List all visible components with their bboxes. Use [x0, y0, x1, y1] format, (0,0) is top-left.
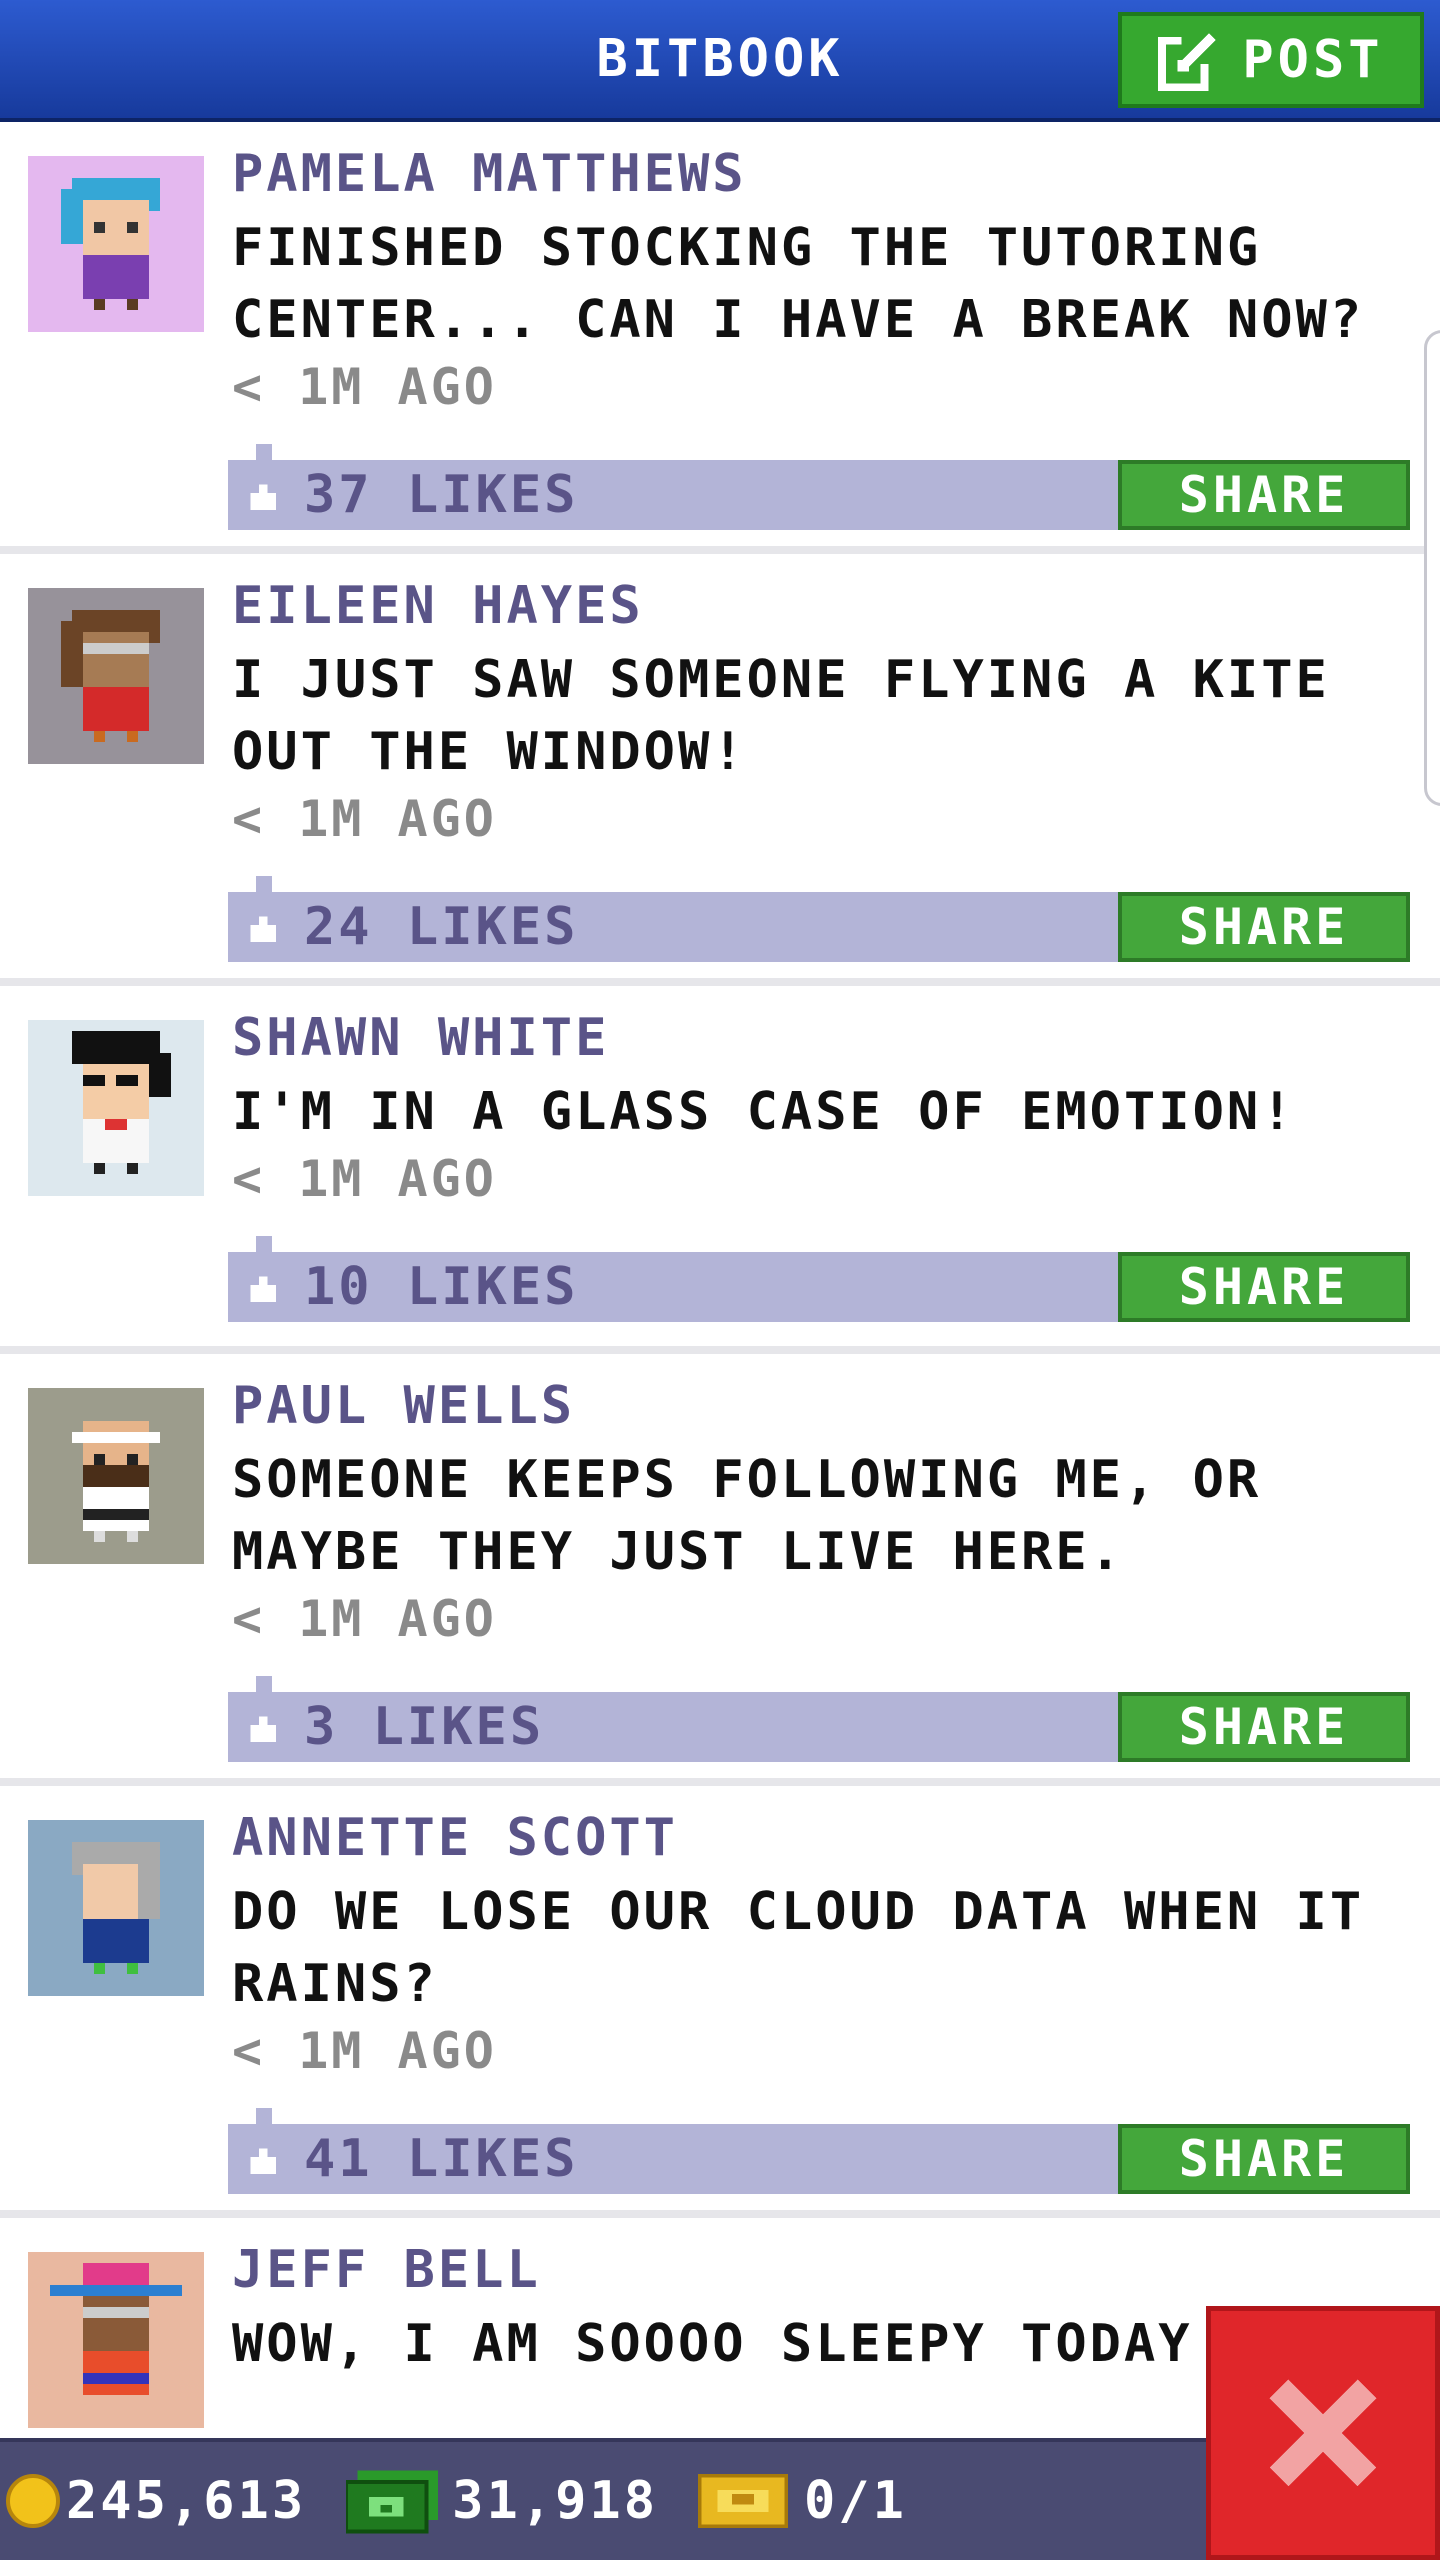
- avatar: [28, 156, 204, 332]
- post-message: I'M IN A GLASS CASE OF EMOTION!: [232, 1082, 1296, 1142]
- share-button[interactable]: SHARE: [1118, 892, 1410, 962]
- thumbs-up-icon[interactable]: [246, 912, 280, 946]
- share-button[interactable]: SHARE: [1118, 2124, 1410, 2194]
- avatar: [28, 2252, 204, 2428]
- thumbs-up-icon[interactable]: [246, 1272, 280, 1306]
- likes-count: 41 LIKES: [304, 2129, 579, 2189]
- post-time: < 1M AGO: [232, 790, 497, 848]
- feed-post: SHAWN WHITE I'M IN A GLASS CASE OF EMOTI…: [0, 986, 1440, 1354]
- post-message: FINISHED STOCKING THE TUTORING CENTER...…: [232, 218, 1365, 350]
- likes-bar: 3 LIKES SHARE: [228, 1676, 1410, 1762]
- tickets-value: 0/1: [804, 2471, 907, 2531]
- coins-stat: 245,613: [0, 2471, 306, 2531]
- tickets-stat: 0/1: [698, 2471, 907, 2531]
- avatar: [28, 1388, 204, 1564]
- feed-post: PAMELA MATTHEWS FINISHED STOCKING THE TU…: [0, 122, 1440, 554]
- app-header: BITBOOK POST: [0, 0, 1440, 122]
- close-button[interactable]: [1206, 2306, 1440, 2560]
- post-author[interactable]: PAMELA MATTHEWS: [232, 144, 747, 204]
- golden-ticket-icon: [698, 2473, 788, 2529]
- post-button[interactable]: POST: [1118, 12, 1424, 108]
- post-message: I JUST SAW SOMEONE FLYING A KITE OUT THE…: [232, 650, 1330, 782]
- likes-bar: 24 LIKES SHARE: [228, 876, 1410, 962]
- cash-icon: [346, 2470, 439, 2534]
- feed-post: EILEEN HAYES I JUST SAW SOMEONE FLYING A…: [0, 554, 1440, 986]
- bitbook-feed[interactable]: PAMELA MATTHEWS FINISHED STOCKING THE TU…: [0, 122, 1440, 2438]
- post-author[interactable]: ANNETTE SCOTT: [232, 1808, 678, 1868]
- avatar: [28, 588, 204, 764]
- likes-count: 3 LIKES: [304, 1697, 545, 1757]
- post-time: < 1M AGO: [232, 1150, 497, 1208]
- close-icon: [1269, 2379, 1377, 2487]
- post-author[interactable]: EILEEN HAYES: [232, 576, 644, 636]
- post-button-label: POST: [1242, 30, 1384, 90]
- feed-post: ANNETTE SCOTT DO WE LOSE OUR CLOUD DATA …: [0, 1786, 1440, 2218]
- feed-post: PAUL WELLS SOMEONE KEEPS FOLLOWING ME, O…: [0, 1354, 1440, 1786]
- post-author[interactable]: SHAWN WHITE: [232, 1008, 609, 1068]
- share-button[interactable]: SHARE: [1118, 1692, 1410, 1762]
- thumbs-up-icon[interactable]: [246, 2144, 280, 2178]
- post-author[interactable]: JEFF BELL: [232, 2240, 541, 2300]
- likes-bar: 41 LIKES SHARE: [228, 2108, 1410, 2194]
- post-time: < 1M AGO: [232, 1590, 497, 1648]
- likes-count: 37 LIKES: [304, 465, 579, 525]
- compose-icon: [1158, 32, 1217, 91]
- thumbs-up-icon[interactable]: [246, 1712, 280, 1746]
- likes-count: 10 LIKES: [304, 1257, 579, 1317]
- share-button[interactable]: SHARE: [1118, 460, 1410, 530]
- post-message: DO WE LOSE OUR CLOUD DATA WHEN IT RAINS?: [232, 1882, 1365, 2014]
- coins-value: 245,613: [66, 2471, 307, 2531]
- likes-bar: 10 LIKES SHARE: [228, 1236, 1410, 1322]
- bux-stat: 31,918: [346, 2468, 658, 2534]
- post-message: SOMEONE KEEPS FOLLOWING ME, OR MAYBE THE…: [232, 1450, 1262, 1582]
- bux-value: 31,918: [452, 2471, 658, 2531]
- post-time: < 1M AGO: [232, 358, 497, 416]
- avatar: [28, 1020, 204, 1196]
- post-author[interactable]: PAUL WELLS: [232, 1376, 575, 1436]
- post-time: < 1M AGO: [232, 2022, 497, 2080]
- avatar: [28, 1820, 204, 1996]
- share-button[interactable]: SHARE: [1118, 1252, 1410, 1322]
- scroll-indicator[interactable]: [1424, 330, 1440, 806]
- likes-bar: 37 LIKES SHARE: [228, 444, 1410, 530]
- likes-count: 24 LIKES: [304, 897, 579, 957]
- coin-icon: [6, 2474, 60, 2528]
- thumbs-up-icon[interactable]: [246, 480, 280, 514]
